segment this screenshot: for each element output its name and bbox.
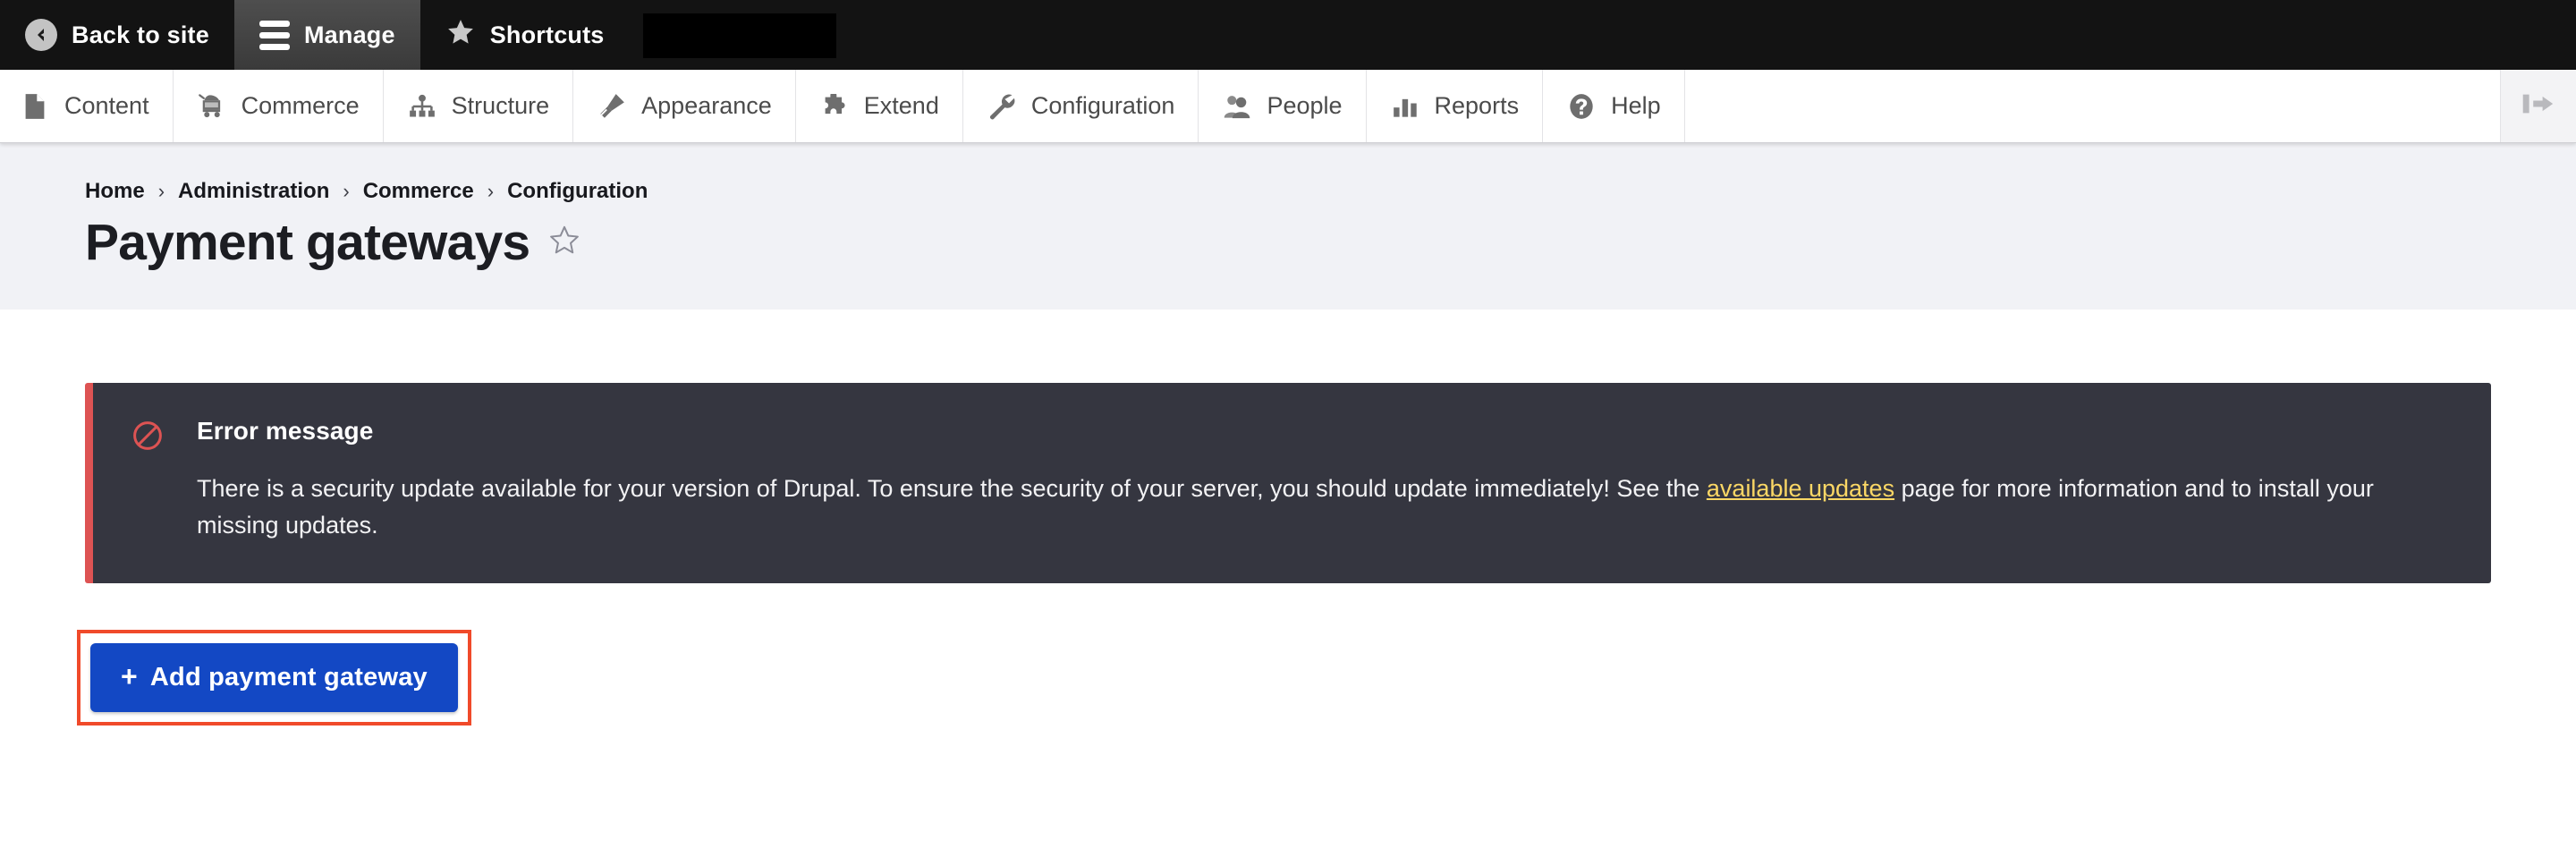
question-mark-icon [1566, 91, 1597, 122]
puzzle-piece-icon [819, 91, 850, 122]
page-title: Payment gateways [85, 214, 530, 271]
bar-chart-icon [1390, 91, 1420, 122]
menu-item-extend-label: Extend [863, 92, 939, 119]
action-area: + Add payment gateway [77, 629, 2491, 725]
menu-item-structure-label: Structure [451, 92, 550, 119]
breadcrumb: Home › Administration › Commerce › Confi… [85, 179, 2576, 204]
menu-item-reports[interactable]: Reports [1367, 70, 1544, 142]
breadcrumb-item-administration[interactable]: Administration [178, 179, 329, 204]
menu-item-configuration-label: Configuration [1030, 92, 1175, 119]
breadcrumb-item-home[interactable]: Home [85, 179, 145, 204]
menu-item-configuration[interactable]: Configuration [963, 70, 1199, 142]
sitemap-icon [407, 91, 437, 122]
tab-back-to-site-label: Back to site [72, 21, 209, 48]
menu-item-people[interactable]: People [1199, 70, 1367, 142]
main-content: Error message There is a security update… [0, 382, 2576, 725]
available-updates-link[interactable]: available updates [1707, 475, 1894, 502]
menu-item-content-label: Content [64, 92, 149, 119]
paintbrush-icon [597, 91, 627, 122]
page-header: Home › Administration › Commerce › Confi… [0, 143, 2576, 310]
collapse-toolbar-icon [2521, 90, 2556, 122]
highlight-annotation-box: + Add payment gateway [77, 629, 471, 725]
menu-item-commerce-label: Commerce [241, 92, 360, 119]
plus-icon: + [121, 660, 138, 693]
hamburger-icon [258, 20, 290, 50]
menu-bar-spacer [1685, 70, 2501, 142]
admin-menu-bar: Content Commerce Structure Appearance Ex… [0, 70, 2576, 143]
menu-item-reports-label: Reports [1434, 92, 1520, 119]
back-circle-icon [25, 19, 57, 51]
people-icon [1222, 91, 1252, 122]
tab-manage[interactable]: Manage [233, 0, 420, 70]
error-message-title: Error message [197, 416, 374, 445]
error-message-text: There is a security update available for… [197, 471, 2452, 544]
document-icon [20, 91, 50, 122]
breadcrumb-item-configuration[interactable]: Configuration [507, 179, 648, 204]
menu-item-appearance-label: Appearance [641, 92, 772, 119]
add-payment-gateway-label: Add payment gateway [149, 662, 428, 692]
collapse-toolbar-button[interactable] [2501, 70, 2576, 142]
admin-toolbar-top: Back to site Manage Shortcuts [0, 0, 2576, 70]
menu-item-extend[interactable]: Extend [796, 70, 963, 142]
breadcrumb-separator: › [157, 180, 165, 202]
title-row: Payment gateways [85, 216, 2576, 270]
menu-item-content[interactable]: Content [0, 70, 174, 142]
error-circle-slash-icon [132, 417, 163, 544]
tab-shortcuts-label: Shortcuts [489, 21, 605, 48]
breadcrumb-separator: › [343, 180, 350, 202]
star-outline-icon[interactable] [547, 224, 581, 262]
menu-item-people-label: People [1267, 92, 1343, 119]
redacted-field [643, 13, 836, 58]
breadcrumb-item-commerce[interactable]: Commerce [363, 179, 474, 204]
error-text-before-link: There is a security update available for… [197, 474, 1707, 502]
menu-item-help-label: Help [1611, 92, 1661, 119]
star-filled-icon [445, 17, 476, 54]
error-message-banner: Error message There is a security update… [85, 382, 2491, 583]
wrench-icon [987, 91, 1017, 122]
menu-item-help[interactable]: Help [1543, 70, 1685, 142]
menu-item-appearance[interactable]: Appearance [573, 70, 796, 142]
menu-item-structure[interactable]: Structure [384, 70, 574, 142]
breadcrumb-separator: › [487, 180, 495, 202]
tab-back-to-site[interactable]: Back to site [0, 0, 234, 70]
tab-manage-label: Manage [303, 21, 395, 48]
tab-shortcuts[interactable]: Shortcuts [420, 0, 630, 70]
error-message-body: Error message There is a security update… [197, 417, 2452, 544]
shopping-cart-icon [197, 91, 227, 122]
add-payment-gateway-button[interactable]: + Add payment gateway [90, 642, 458, 712]
menu-item-commerce[interactable]: Commerce [174, 70, 384, 142]
